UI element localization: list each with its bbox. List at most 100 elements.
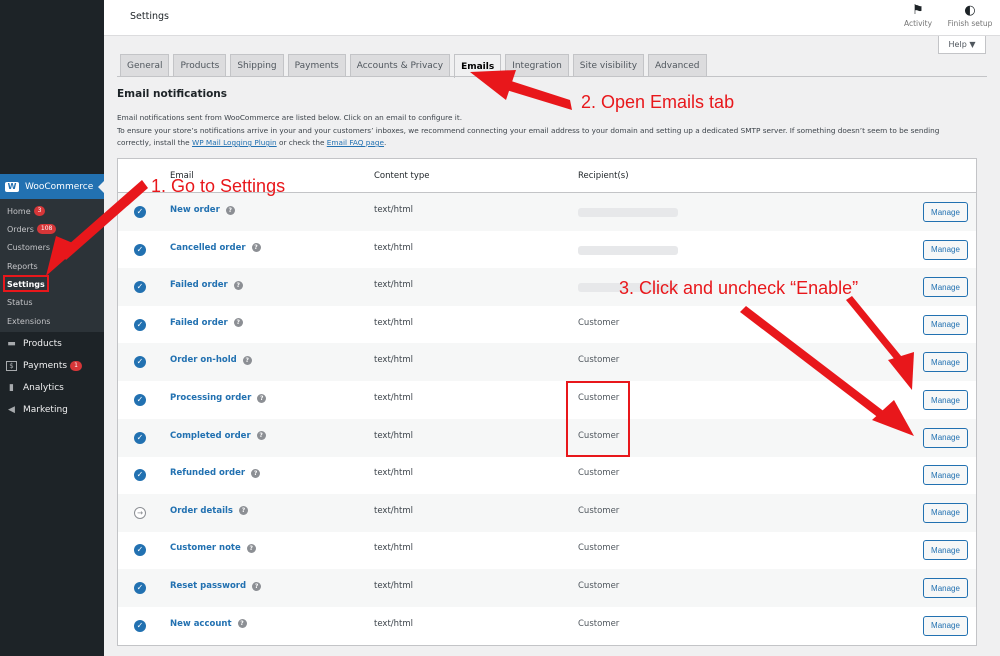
enabled-check-icon: ✓ (134, 431, 146, 444)
email-name-link[interactable]: Refunded order? (170, 468, 261, 479)
column-header-content-type: Content type (374, 171, 430, 181)
help-tip-icon[interactable]: ? (225, 205, 235, 215)
tab-integration[interactable]: Integration (505, 54, 569, 76)
activity-button[interactable]: ⚑ Activity (893, 3, 943, 28)
email-name: Failed order (170, 280, 228, 291)
finish-setup-button[interactable]: ◐ Finish setup (945, 3, 995, 28)
submenu-item-reports[interactable]: Reports (7, 260, 38, 272)
email-name-link[interactable]: Failed order? (170, 318, 243, 328)
settings-tabs: General Products Shipping Payments Accou… (120, 54, 711, 78)
sidebar-item-analytics[interactable]: ▮ Analytics (6, 381, 64, 395)
tab-accounts-privacy[interactable]: Accounts & Privacy (349, 54, 451, 76)
tab-products[interactable]: Products (173, 54, 227, 76)
tab-shipping[interactable]: Shipping (230, 54, 284, 76)
help-tip-icon[interactable]: ? (251, 468, 261, 478)
submenu-item-home[interactable]: Home 3 (7, 205, 46, 217)
email-name-link[interactable]: Cancelled order? (170, 243, 261, 253)
email-name-link[interactable]: Customer note? (170, 543, 256, 553)
manage-button[interactable]: Manage (923, 465, 968, 486)
manage-button[interactable]: Manage (923, 202, 968, 222)
manage-button[interactable]: Manage (923, 277, 968, 298)
submenu-item-status[interactable]: Status (7, 296, 33, 308)
email-notifications-table: Email Content type Recipient(s) ✓ New ord… (117, 158, 977, 646)
help-tip-icon[interactable]: ? (256, 431, 266, 441)
content-type: text/html (374, 430, 414, 441)
email-name-link[interactable]: Reset password? (170, 581, 262, 591)
email-name-link[interactable]: New account? (170, 619, 247, 629)
recipient-redacted (578, 208, 678, 217)
help-tip-icon[interactable]: ? (238, 506, 248, 516)
manage-button[interactable]: Manage (923, 615, 968, 636)
email-name-link[interactable]: Order details? (170, 506, 248, 516)
enabled-check-icon: ✓ (134, 394, 146, 406)
manage-button[interactable]: Manage (923, 239, 968, 260)
email-name: New order (170, 205, 220, 215)
email-name: Customer note (170, 543, 241, 554)
sidebar-item-marketing[interactable]: ◀ Marketing (6, 403, 68, 417)
help-tip-icon[interactable]: ? (237, 619, 247, 629)
intro-text: Email notifications sent from WooCommerc… (117, 113, 463, 122)
content-type: text/html (374, 543, 414, 554)
help-tip-icon[interactable]: ? (242, 355, 252, 365)
sidebar-item-woocommerce[interactable]: W WooCommerce (0, 174, 104, 199)
woo-logo-icon: W (5, 181, 19, 192)
content-type: text/html (374, 468, 414, 479)
enabled-check-icon: ✓ (134, 619, 146, 632)
help-tip-icon[interactable]: ? (251, 243, 261, 253)
tab-payments[interactable]: Payments (287, 54, 346, 76)
sidebar-item-products[interactable]: ▬ Products (6, 337, 62, 351)
email-name-link[interactable]: Failed order? (170, 280, 243, 290)
recipient: Customer (578, 355, 620, 366)
recipient: Customer (578, 581, 620, 591)
manage-button[interactable]: Manage (923, 578, 968, 598)
submenu-item-extensions[interactable]: Extensions (7, 315, 50, 327)
top-header: Settings ⚑ Activity ◐ Finish setup (104, 0, 1000, 36)
sidebar-item-payments[interactable]: $ Payments 1 (6, 359, 82, 373)
help-tip-icon[interactable]: ? (233, 280, 243, 290)
tab-advanced[interactable]: Advanced (648, 54, 707, 76)
enabled-check-icon: ✓ (134, 582, 146, 594)
tab-emails[interactable]: Emails (454, 54, 502, 78)
manage-button[interactable]: Manage (923, 540, 968, 561)
dollar-icon: $ (6, 361, 17, 371)
intro-text-part: or check the (276, 138, 327, 147)
content-type: text/html (374, 242, 414, 253)
submenu-item-orders[interactable]: Orders 108 (7, 223, 57, 235)
flag-icon: ⚑ (912, 3, 924, 18)
email-name: Refunded order (170, 468, 246, 479)
tab-site-visibility[interactable]: Site visibility (572, 54, 645, 76)
email-name: Completed order (170, 430, 251, 441)
manage-button[interactable]: Manage (923, 427, 968, 448)
table-row: ✓ Processing order? text/html Customer Manag… (118, 381, 976, 419)
content-type: text/html (374, 280, 414, 291)
content-type: text/html (374, 355, 414, 366)
submenu-item-customers[interactable]: Customers (7, 241, 50, 253)
table-row: ✓ Cancelled order? text/html Manage (118, 231, 976, 269)
manage-button[interactable]: Manage (923, 314, 968, 335)
wp-mail-logging-link[interactable]: WP Mail Logging Plugin (192, 138, 277, 147)
help-tip-icon[interactable]: ? (257, 393, 267, 403)
email-name-link[interactable]: Processing order? (170, 393, 267, 403)
admin-sidebar: W WooCommerce Home 3 Orders 108 Customer… (0, 0, 104, 656)
count-badge: 108 (36, 224, 57, 234)
table-row: ✓ Order on-hold? text/html Customer Manage (118, 343, 976, 382)
submenu-label: Status (7, 297, 33, 307)
manage-button[interactable]: Manage (923, 502, 968, 523)
annotation-step-3: 3. Click and uncheck “Enable” (619, 278, 859, 298)
email-name-link[interactable]: Order on-hold? (170, 355, 252, 365)
enabled-check-icon: ✓ (134, 318, 146, 331)
help-tip-icon[interactable]: ? (246, 543, 256, 553)
page-title: Settings (130, 11, 169, 22)
manage-button[interactable]: Manage (923, 390, 968, 410)
help-tip-icon[interactable]: ? (252, 581, 262, 591)
bar-chart-icon: ▮ (9, 383, 14, 393)
email-name-link[interactable]: Completed order? (170, 431, 266, 441)
help-tip-icon[interactable]: ? (233, 318, 243, 328)
intro-text: correctly, install the WP Mail Logging P… (117, 138, 386, 147)
tab-general[interactable]: General (120, 54, 170, 76)
annotation-step-2: 2. Open Emails tab (581, 92, 735, 112)
help-button[interactable]: Help ▼ (938, 36, 986, 54)
email-name-link[interactable]: New order? (170, 205, 235, 215)
manage-button[interactable]: Manage (923, 352, 968, 373)
email-faq-link[interactable]: Email FAQ page (327, 138, 384, 147)
